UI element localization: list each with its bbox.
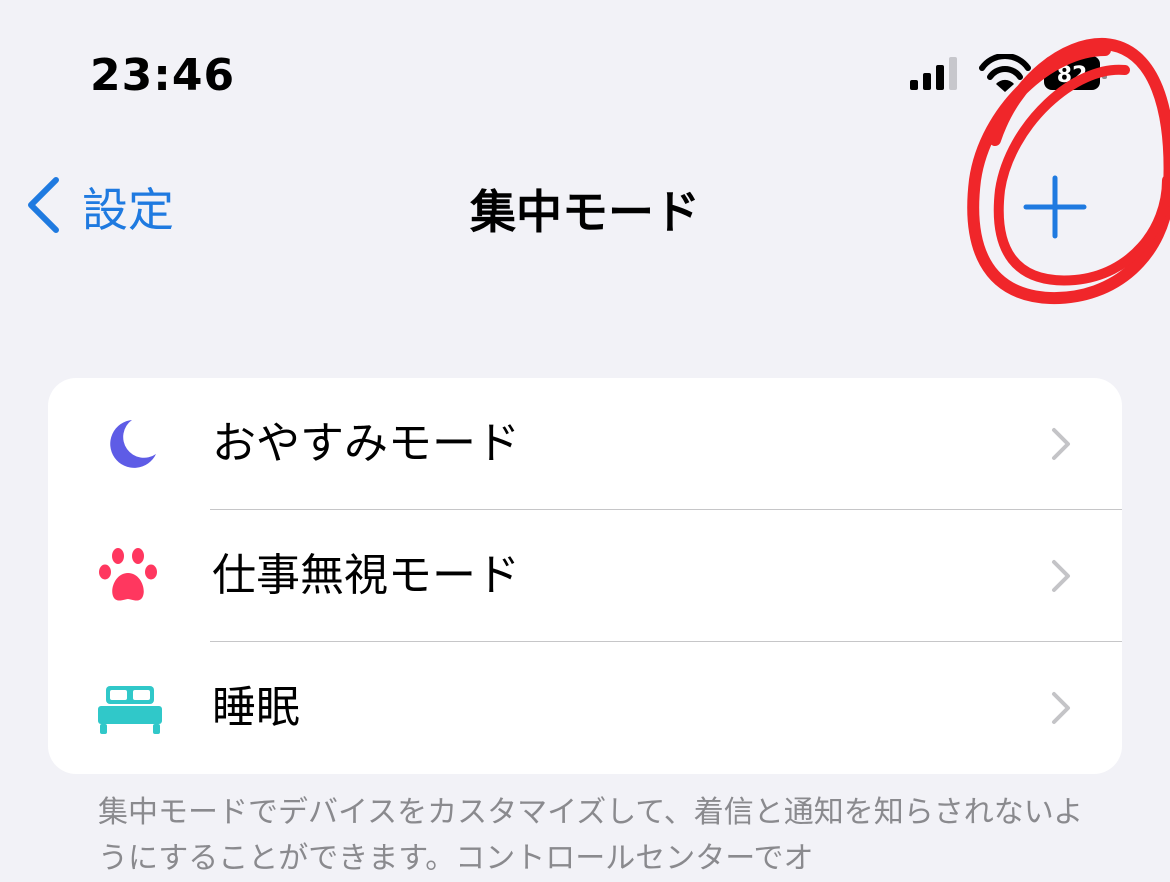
battery-icon: 82 bbox=[1044, 56, 1107, 90]
list-item-label: 仕事無視モード bbox=[212, 550, 520, 601]
focus-description: 集中モードでデバイスをカスタマイズして、着信と通知を知らされないようにすることが… bbox=[98, 795, 1084, 876]
plus-icon bbox=[1020, 175, 1090, 246]
status-indicators: 82 bbox=[910, 53, 1110, 94]
battery-percent: 82 bbox=[1057, 63, 1088, 88]
list-item-sleep[interactable]: 睡眠 bbox=[48, 642, 1122, 774]
add-focus-button[interactable] bbox=[1020, 172, 1090, 242]
page-title: 集中モード bbox=[470, 185, 700, 239]
chevron-right-icon bbox=[1050, 426, 1072, 462]
wifi-icon bbox=[979, 53, 1031, 92]
list-item-do-not-disturb[interactable]: おやすみモード bbox=[48, 378, 1122, 510]
status-time: 23:46 bbox=[90, 50, 236, 101]
cellular-signal-icon bbox=[910, 57, 957, 90]
list-item-label: おやすみモード bbox=[212, 418, 520, 469]
bed-icon bbox=[98, 678, 162, 738]
chevron-right-icon bbox=[1050, 690, 1072, 726]
paw-icon bbox=[98, 546, 162, 606]
focus-settings-screen: 23:46 82 設定 集中モード おやすみモード 仕事無視モード 睡眠 集中モ… bbox=[0, 0, 1170, 882]
list-item-label: 睡眠 bbox=[212, 682, 300, 733]
focus-modes-list: おやすみモード 仕事無視モード 睡眠 bbox=[48, 378, 1122, 774]
chevron-right-icon bbox=[1050, 558, 1072, 594]
moon-icon bbox=[98, 414, 162, 474]
list-item-ignore-work[interactable]: 仕事無視モード bbox=[48, 510, 1122, 642]
